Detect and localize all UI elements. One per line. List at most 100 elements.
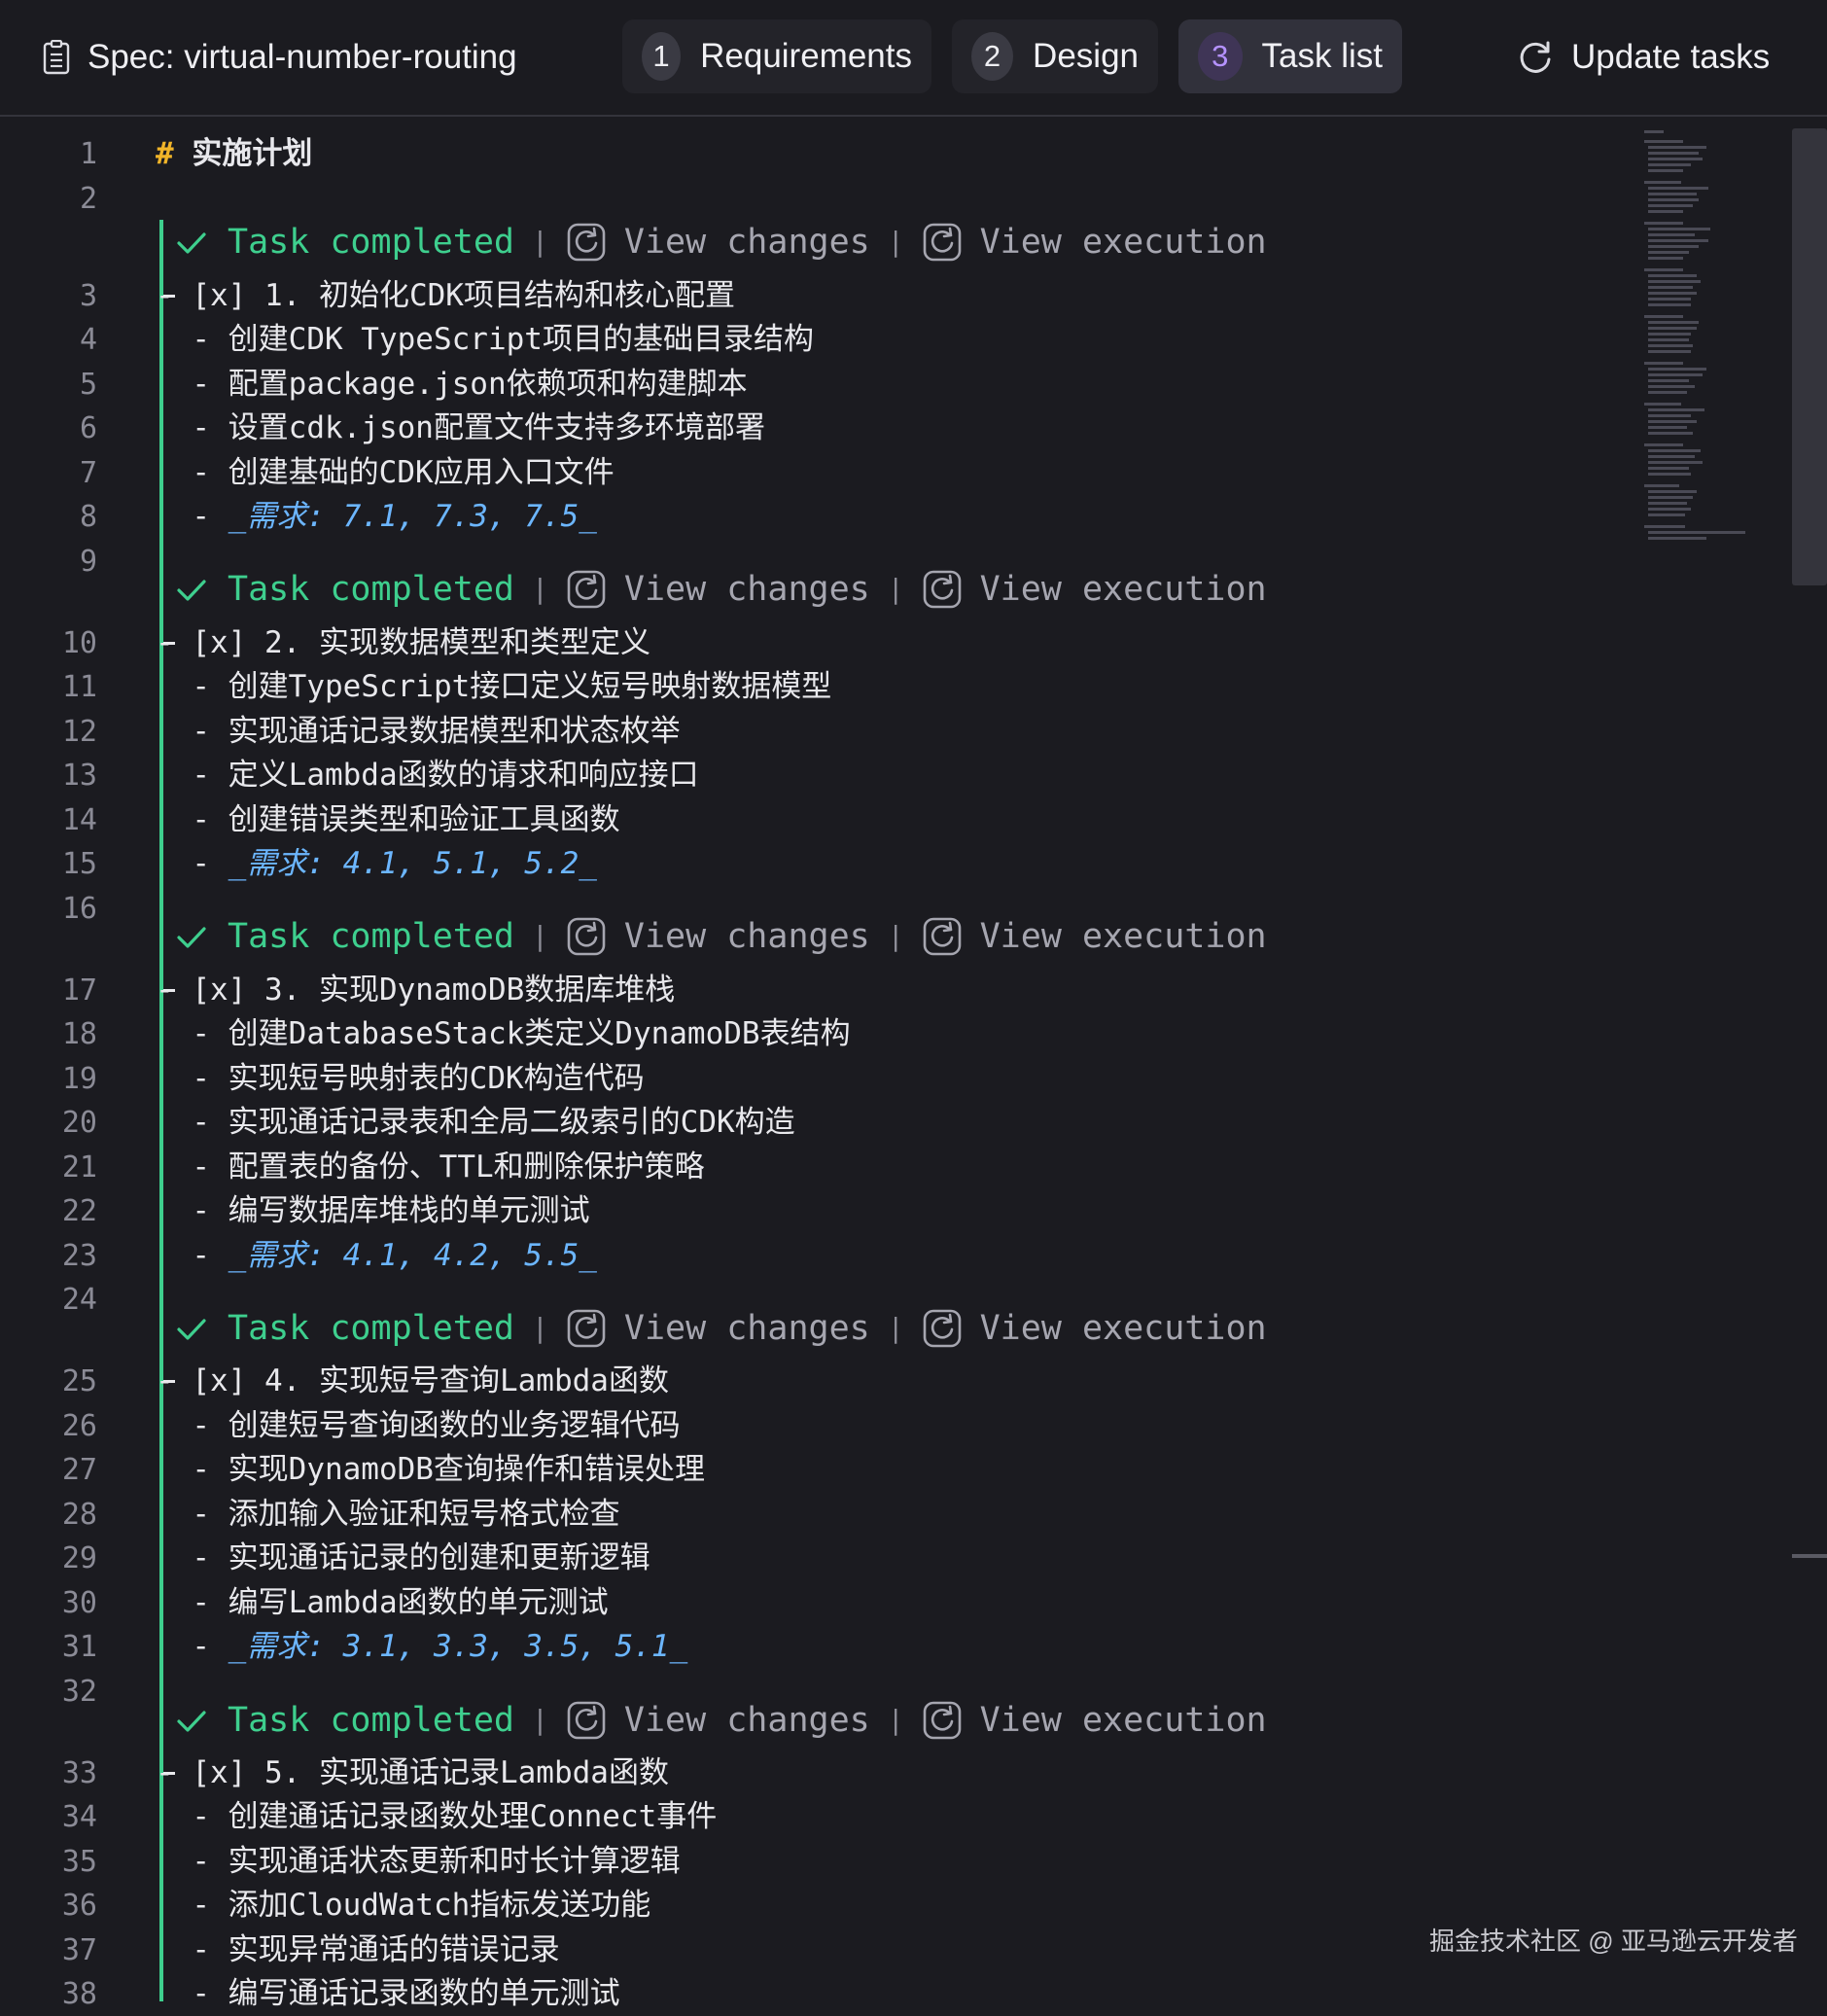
line-number: 34 (61, 1800, 97, 1834)
line-content: - [x] 2. 实现数据模型和类型定义 (156, 621, 650, 665)
view-execution-link[interactable]: View execution (922, 218, 1267, 266)
update-tasks-button[interactable]: Update tasks (1517, 35, 1770, 80)
line-number: 30 (61, 1586, 97, 1620)
view-execution-label: View execution (979, 1701, 1267, 1740)
task-item-text: - [x] 2. 实现数据模型和类型定义 (156, 625, 650, 660)
tab-requirements[interactable]: 1 Requirements (622, 19, 931, 93)
task-codelens-33: Task completed | View changes | View executi… (175, 1696, 1267, 1745)
heading-text: 实施计划 (192, 136, 313, 171)
task-codelens-10: Task completed | View changes | View executi… (175, 565, 1267, 614)
line-number: 28 (61, 1498, 97, 1532)
line-number: 9 (79, 545, 97, 579)
line-number: 5 (79, 368, 97, 402)
line-content: - 实现DynamoDB查询操作和错误处理 (156, 1448, 705, 1492)
line-number: 1 (79, 137, 97, 171)
check-icon (177, 1319, 206, 1340)
scrollbar-thumb[interactable] (1792, 128, 1827, 585)
view-execution-label: View execution (979, 570, 1267, 609)
requirements-reference: _需求: 3.1, 3.3, 3.5, 5.1_ (228, 1629, 688, 1664)
line-number: 23 (61, 1239, 97, 1273)
view-execution-link[interactable]: View execution (922, 1696, 1267, 1745)
task-gutter-tick (163, 1772, 175, 1775)
separator: | (887, 920, 904, 952)
view-execution-link[interactable]: View execution (922, 912, 1267, 961)
subtask-text: - 设置cdk.json配置文件支持多环境部署 (156, 410, 765, 445)
view-execution-label: View execution (979, 1309, 1267, 1348)
subtask-text: - 配置package.json依赖项和构建脚本 (156, 367, 748, 402)
line-content: - 实现通话记录数据模型和状态枚举 (156, 710, 680, 754)
line-content: - [x] 1. 初始化CDK项目结构和核心配置 (156, 274, 735, 318)
task-completed-label: Task completed (228, 570, 515, 609)
task-gutter-tick (163, 295, 175, 298)
line-number: 31 (61, 1630, 97, 1664)
watermark: 掘金技术社区 @ 亚马逊云开发者 (1429, 1927, 1798, 1956)
line-content: - 定义Lambda函数的请求和响应接口 (156, 754, 698, 797)
subtask-text: - 创建通话记录函数处理Connect事件 (156, 1799, 718, 1834)
line-number: 21 (61, 1150, 97, 1185)
line-content: - [x] 5. 实现通话记录Lambda函数 (156, 1751, 669, 1795)
separator: | (887, 226, 904, 258)
view-execution-label: View execution (979, 917, 1267, 956)
view-changes-link[interactable]: View changes (566, 1696, 870, 1745)
line-content: - _需求: 7.1, 7.3, 7.5_ (156, 495, 597, 539)
line-number: 3 (79, 279, 97, 313)
view-changes-label: View changes (623, 570, 870, 609)
line-number: 17 (61, 973, 97, 1008)
subtask-text: - 编写通话记录函数的单元测试 (156, 1976, 620, 2011)
line-number: 24 (61, 1283, 97, 1317)
task-codelens-17: Task completed | View changes | View executi… (175, 912, 1267, 961)
task-completed-label: Task completed (228, 223, 515, 262)
subtask-text: - 编写Lambda函数的单元测试 (156, 1585, 609, 1620)
line-content: - 创建DatabaseStack类定义DynamoDB表结构 (156, 1012, 851, 1056)
line-content: - 实现通话状态更新和时长计算逻辑 (156, 1840, 680, 1884)
line-content: - [x] 3. 实现DynamoDB数据库堆栈 (156, 969, 675, 1012)
task-completed-label: Task completed (228, 1701, 515, 1740)
requirements-reference: _需求: 4.1, 4.2, 5.5_ (228, 1238, 597, 1273)
view-changes-icon (567, 917, 606, 956)
separator: | (887, 1312, 904, 1344)
task-item-text: - [x] 5. 实现通话记录Lambda函数 (156, 1755, 669, 1790)
subtask-text: - 实现DynamoDB查询操作和错误处理 (156, 1452, 705, 1487)
task-gutter-tick (163, 1380, 175, 1383)
view-execution-link[interactable]: View execution (922, 1304, 1267, 1353)
view-execution-link[interactable]: View execution (922, 565, 1267, 614)
check-icon (177, 580, 206, 601)
line-number: 36 (61, 1889, 97, 1923)
view-changes-link[interactable]: View changes (566, 565, 870, 614)
separator: | (532, 1704, 548, 1736)
line-content: - _需求: 3.1, 3.3, 3.5, 5.1_ (156, 1625, 687, 1669)
minimap[interactable] (1638, 128, 1774, 556)
line-number: 16 (61, 892, 97, 926)
subtask-text: - 实现异常通话的错误记录 (156, 1932, 560, 1967)
view-changes-link[interactable]: View changes (566, 912, 870, 961)
line-number: 25 (61, 1364, 97, 1398)
line-content: - 编写通话记录函数的单元测试 (156, 1972, 620, 2016)
view-changes-link[interactable]: View changes (566, 1304, 870, 1353)
tab-number: 2 (971, 32, 1014, 81)
tab-design[interactable]: 2 Design (952, 19, 1158, 93)
heading-marker: # (156, 136, 174, 171)
tab-task-list[interactable]: 3 Task list (1178, 19, 1402, 93)
subtask-text: - 编写数据库堆栈的单元测试 (156, 1193, 590, 1228)
tab-label: Task list (1261, 37, 1383, 75)
subtask-text: - 创建错误类型和验证工具函数 (156, 802, 620, 837)
subtask-text: - 创建DatabaseStack类定义DynamoDB表结构 (156, 1016, 851, 1051)
subtask-text: - (156, 499, 228, 534)
view-changes-icon (567, 223, 606, 262)
line-content: - 创建错误类型和验证工具函数 (156, 798, 620, 842)
line-number: 38 (61, 1977, 97, 2011)
markdown-editor[interactable]: Task completed | View changes | View executi… (0, 117, 1827, 2011)
line-content: - 实现异常通话的错误记录 (156, 1928, 560, 1972)
subtask-text: - 创建TypeScript接口定义短号映射数据模型 (156, 669, 832, 704)
subtask-text: - 配置表的备份、TTL和删除保护策略 (156, 1149, 705, 1185)
separator: | (532, 573, 548, 605)
check-icon (177, 1711, 206, 1732)
separator: | (887, 573, 904, 605)
line-number: 32 (61, 1675, 97, 1709)
task-gutter-tick (163, 989, 175, 992)
view-changes-link[interactable]: View changes (566, 218, 870, 266)
subtask-text: - (156, 846, 228, 881)
line-number: 37 (61, 1933, 97, 1967)
line-number: 18 (61, 1017, 97, 1051)
task-gutter-tick (163, 642, 175, 645)
